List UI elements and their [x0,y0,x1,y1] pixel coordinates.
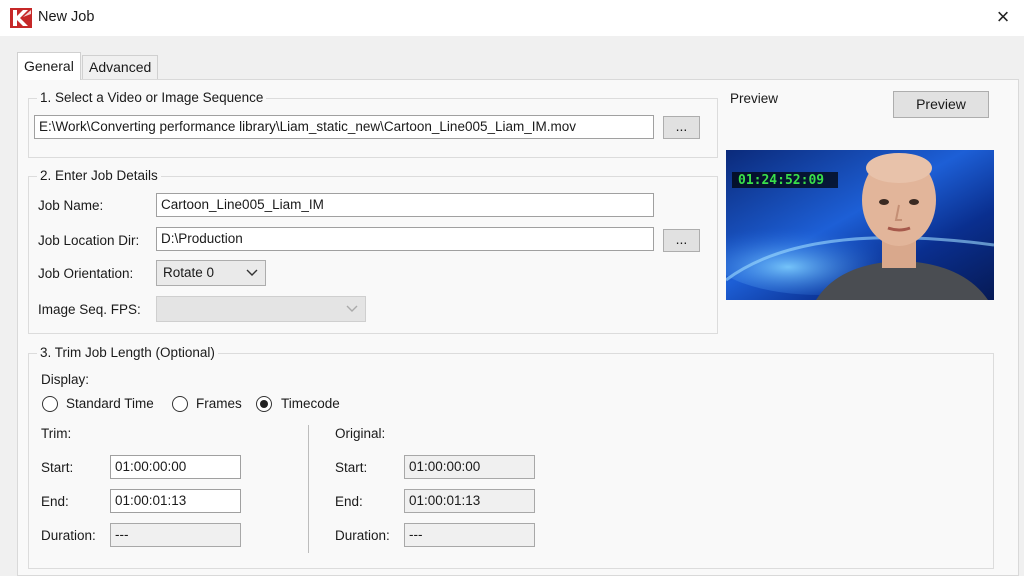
column-divider [308,425,309,553]
display-label: Display: [41,372,90,387]
original-start-field: 01:00:00:00 [404,455,535,479]
trim-duration-field: --- [110,523,241,547]
radio-selected-dot [260,400,268,408]
section-title: 3. Trim Job Length (Optional) [37,345,218,360]
browse-location-button[interactable]: ... [663,229,700,252]
radio-standard-time[interactable] [42,396,58,412]
video-path-field[interactable]: E:\Work\Converting performance library\L… [34,115,654,139]
trim-heading: Trim: [41,426,72,441]
preview-thumbnail: 01:24:52:09 [726,150,994,300]
trim-start-label: Start: [41,460,74,475]
browse-video-button[interactable]: ... [663,116,700,139]
radio-frames[interactable] [172,396,188,412]
section-title: 2. Enter Job Details [37,168,161,183]
chevron-down-icon [346,305,358,312]
trim-end-field[interactable]: 01:00:01:13 [110,489,241,513]
fps-label: Image Seq. FPS: [38,302,141,317]
preview-button[interactable]: Preview [893,91,989,118]
job-location-label: Job Location Dir: [38,233,140,248]
orientation-value: Rotate 0 [163,265,215,280]
original-duration-label: Duration: [335,528,390,543]
radio-timecode-label[interactable]: Timecode [281,396,340,411]
close-icon[interactable]: × [990,4,1016,30]
trim-start-field[interactable]: 01:00:00:00 [110,455,241,479]
section-title: 1. Select a Video or Image Sequence [37,90,267,105]
tab-advanced[interactable]: Advanced [82,55,158,79]
radio-timecode[interactable] [256,396,272,412]
chevron-down-icon [246,269,258,276]
original-end-field: 01:00:01:13 [404,489,535,513]
job-location-field[interactable]: D:\Production [156,227,654,251]
original-duration-field: --- [404,523,535,547]
job-name-label: Job Name: [38,198,104,213]
trim-duration-label: Duration: [41,528,96,543]
title-bar [0,0,1024,36]
preview-label: Preview [730,91,779,106]
radio-frames-label[interactable]: Frames [196,396,242,411]
job-name-field[interactable]: Cartoon_Line005_Liam_IM [156,193,654,217]
app-logo-icon [10,8,32,28]
trim-end-label: End: [41,494,69,509]
preview-timecode: 01:24:52:09 [738,173,825,188]
window-title: New Job [38,9,95,25]
original-start-label: Start: [335,460,368,475]
orientation-select[interactable]: Rotate 0 [156,260,266,286]
tab-general[interactable]: General [17,52,81,80]
radio-standard-time-label[interactable]: Standard Time [66,396,154,411]
original-end-label: End: [335,494,363,509]
fps-select[interactable] [156,296,366,322]
original-heading: Original: [335,426,386,441]
orientation-label: Job Orientation: [38,266,134,281]
